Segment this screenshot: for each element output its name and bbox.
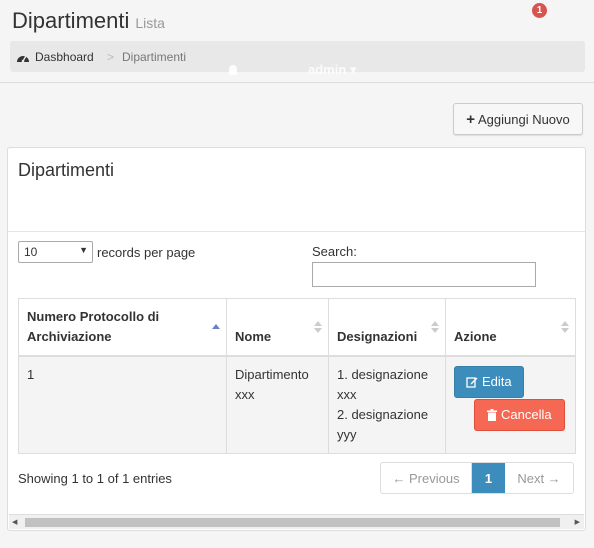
page-subtitle: Lista: [135, 15, 165, 31]
edit-label: Edita: [482, 374, 512, 389]
departments-panel: Dipartimenti 10 ▼ records per page Searc…: [7, 147, 586, 531]
page-header: Dipartimenti Lista 1 Dasbhoard > Dipartim…: [0, 0, 594, 82]
sort-ascending-icon: [212, 321, 220, 335]
notification-badge[interactable]: 1: [532, 3, 547, 18]
column-header-numero[interactable]: Numero Protocollo di Archiviazione: [18, 298, 227, 357]
panel-title: Dipartimenti: [18, 160, 115, 180]
sort-icon: [561, 321, 569, 335]
cell-designazioni: 1. designazione xxx 2. designazione yyy: [328, 355, 446, 454]
ghost-username[interactable]: admin: [308, 62, 346, 77]
delete-label: Cancella: [501, 407, 552, 422]
column-header-azione[interactable]: Azione: [445, 298, 576, 357]
ghost-user-menu[interactable]: admin ▾: [229, 62, 356, 78]
designazione-item: 2. designazione yyy: [337, 407, 429, 442]
next-page-button[interactable]: Next →: [505, 463, 573, 493]
sort-icon: [431, 321, 439, 335]
add-new-button[interactable]: + Aggiungi Nuovo: [453, 103, 583, 135]
breadcrumb-separator: >: [107, 50, 115, 64]
records-per-page-label: records per page: [97, 245, 196, 260]
pagination: ← Previous 1 Next →: [380, 462, 574, 494]
search-input[interactable]: [312, 262, 536, 287]
sort-icon: [314, 321, 322, 335]
add-new-label: Aggiungi Nuovo: [477, 111, 570, 127]
plus-icon: +: [466, 110, 475, 128]
previous-page-button[interactable]: ← Previous: [381, 463, 472, 493]
cell-azione: Edita Cancella: [445, 355, 576, 454]
horizontal-scrollbar[interactable]: ◀ ▶: [9, 514, 584, 529]
edit-button[interactable]: Edita: [454, 366, 524, 398]
user-icon: [229, 65, 237, 75]
trash-icon: [487, 409, 497, 421]
table-header-row: Numero Protocollo di Archiviazione Nome …: [18, 298, 576, 357]
header-divider: [0, 82, 594, 83]
scroll-left-icon[interactable]: ◀: [12, 518, 17, 526]
edit-icon: [466, 377, 478, 388]
delete-button[interactable]: Cancella: [474, 399, 565, 431]
page-1-button[interactable]: 1: [472, 463, 505, 493]
designazione-item: 1. designazione xxx: [337, 367, 429, 402]
select-arrow-icon: ▼: [79, 245, 88, 255]
column-header-designazioni[interactable]: Designazioni: [328, 298, 446, 357]
departments-table: Numero Protocollo di Archiviazione Nome …: [18, 298, 576, 454]
scroll-right-icon[interactable]: ▶: [575, 518, 580, 526]
dashboard-icon: [17, 55, 29, 62]
records-per-page-value: 10: [24, 245, 38, 259]
panel-heading: Dipartimenti: [8, 148, 585, 232]
records-per-page-select[interactable]: 10 ▼: [18, 241, 93, 263]
cell-nome: Dipartimento xxx: [226, 355, 329, 454]
table-row: 1 Dipartimento xxx 1. designazione xxx 2…: [18, 355, 576, 454]
breadcrumb-current: Dipartimenti: [122, 50, 187, 64]
page-title: Dipartimenti Lista: [12, 8, 165, 33]
search-label: Search:: [312, 244, 357, 259]
table-info: Showing 1 to 1 of 1 entries: [18, 471, 172, 486]
cell-numero: 1: [18, 355, 227, 454]
column-header-nome[interactable]: Nome: [226, 298, 329, 357]
scrollbar-thumb[interactable]: [25, 518, 560, 527]
breadcrumb-home-label[interactable]: Dasbhoard: [35, 50, 94, 64]
caret-icon: ▾: [349, 62, 357, 77]
breadcrumb-home[interactable]: Dasbhoard: [16, 50, 94, 64]
